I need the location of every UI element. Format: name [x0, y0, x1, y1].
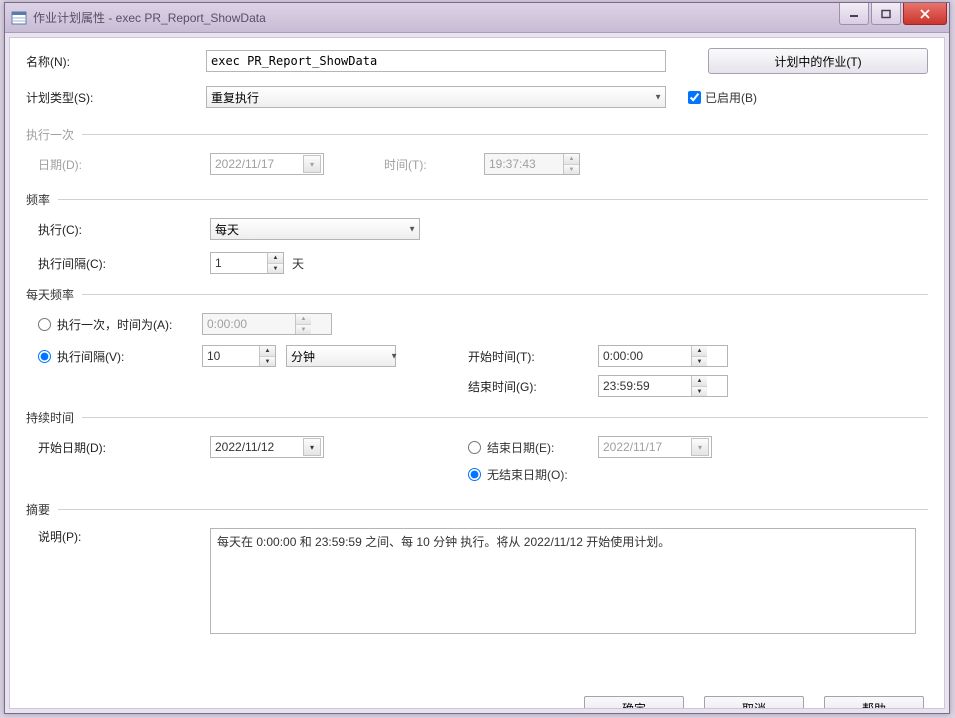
enabled-label: 已启用(B) [705, 89, 757, 106]
daily-end-input[interactable]: 23:59:59 ▲▼ [598, 375, 728, 397]
frequency-group: 频率 执行(C): ▼ 执行间隔(C): 1 ▲▼ 天 [26, 191, 928, 274]
end-date-input: 2022/11/17 ▾ [598, 436, 712, 458]
client-area: 名称(N): 计划中的作业(T) 计划类型(S): ▼ 已启用(B) 执行一次 [9, 37, 945, 709]
daily-start-label: 开始时间(T): [468, 348, 598, 365]
recur-interval-unit: 天 [292, 255, 304, 272]
daily-frequency-inner: 执行一次，时间为(A): 0:00:00 ▲▼ 执行间隔(V): [26, 313, 928, 401]
frequency-inner: 执行(C): ▼ 执行间隔(C): 1 ▲▼ 天 [26, 218, 928, 274]
plan-type-select[interactable] [206, 86, 666, 108]
ok-button[interactable]: 确定 [584, 696, 684, 709]
enabled-checkbox[interactable] [688, 91, 701, 104]
end-date-option[interactable]: 结束日期(E): [468, 439, 598, 456]
start-date-input[interactable]: 2022/11/12 ▾ [210, 436, 324, 458]
plan-type-select-wrap: ▼ [206, 86, 666, 108]
occurs-label: 执行(C): [38, 221, 210, 238]
daily-end-label: 结束时间(G): [468, 378, 598, 395]
plan-type-row: 计划类型(S): ▼ 已启用(B) [26, 86, 928, 108]
calendar-icon[interactable]: ▾ [303, 438, 321, 456]
daily-start-input[interactable]: 0:00:00 ▲▼ [598, 345, 728, 367]
plan-type-label: 计划类型(S): [26, 89, 206, 106]
duration-group: 持续时间 开始日期(D): 2022/11/12 ▾ [26, 409, 928, 493]
exec-once-group: 执行一次 日期(D): 2022/11/17 ▾ 时间(T): 19:37:43… [26, 126, 928, 175]
exec-once-date-input: 2022/11/17 ▾ [210, 153, 324, 175]
summary-group: 摘要 说明(P): [26, 501, 928, 634]
start-date-label: 开始日期(D): [38, 439, 210, 456]
daily-frequency-group: 每天频率 执行一次，时间为(A): 0:00:00 ▲▼ [26, 286, 928, 401]
help-button[interactable]: 帮助 [824, 696, 924, 709]
exec-once-legend: 执行一次 [26, 126, 928, 143]
exec-once-time-input: 19:37:43 ▲▼ [484, 153, 580, 175]
duration-inner: 开始日期(D): 2022/11/12 ▾ 结束日期(E): [26, 436, 928, 493]
frequency-legend: 频率 [26, 191, 928, 208]
name-row: 名称(N): 计划中的作业(T) [26, 48, 928, 74]
window-title: 作业计划属性 - exec PR_Report_ShowData [33, 9, 839, 26]
description-textarea[interactable] [210, 528, 916, 634]
exec-once-inner: 日期(D): 2022/11/17 ▾ 时间(T): 19:37:43 ▲▼ [26, 153, 928, 175]
spin-up-icon[interactable]: ▲ [268, 253, 283, 263]
maximize-button[interactable] [871, 3, 901, 25]
occurs-once-option[interactable]: 执行一次，时间为(A): [38, 316, 210, 333]
recur-interval-label: 执行间隔(C): [38, 255, 210, 272]
occurs-select[interactable] [210, 218, 420, 240]
name-label: 名称(N): [26, 53, 206, 70]
close-button[interactable] [903, 3, 947, 25]
occurs-every-radio[interactable] [38, 350, 51, 363]
dialog-buttons: 确定 取消 帮助 [10, 690, 944, 709]
cancel-button[interactable]: 取消 [704, 696, 804, 709]
name-input[interactable] [206, 50, 666, 72]
occurs-once-time-input: 0:00:00 ▲▼ [202, 313, 332, 335]
enabled-checkbox-wrap[interactable]: 已启用(B) [688, 89, 757, 106]
dialog-window: 作业计划属性 - exec PR_Report_ShowData 名称(N): … [4, 2, 950, 714]
spin-down-icon[interactable]: ▼ [268, 263, 283, 273]
app-icon [11, 10, 27, 26]
occurs-every-value-input[interactable]: 10 ▲▼ [202, 345, 276, 367]
calendar-icon: ▾ [303, 155, 321, 173]
description-label: 说明(P): [38, 528, 210, 545]
exec-once-time-label: 时间(T): [384, 156, 484, 173]
daily-frequency-legend: 每天频率 [26, 286, 928, 303]
jobs-in-plan-button[interactable]: 计划中的作业(T) [708, 48, 928, 74]
calendar-icon: ▾ [691, 438, 709, 456]
summary-legend: 摘要 [26, 501, 928, 518]
no-end-date-option[interactable]: 无结束日期(O): [468, 466, 568, 483]
window-controls [839, 3, 949, 32]
duration-legend: 持续时间 [26, 409, 928, 426]
occurs-every-unit-select[interactable] [286, 345, 396, 367]
no-end-date-radio[interactable] [468, 468, 481, 481]
recur-interval-input[interactable]: 1 ▲▼ [210, 252, 284, 274]
occurs-every-option[interactable]: 执行间隔(V): [38, 348, 210, 365]
occurs-once-radio[interactable] [38, 318, 51, 331]
minimize-button[interactable] [839, 3, 869, 25]
end-date-radio[interactable] [468, 441, 481, 454]
exec-once-date-label: 日期(D): [38, 156, 210, 173]
titlebar[interactable]: 作业计划属性 - exec PR_Report_ShowData [5, 3, 949, 33]
